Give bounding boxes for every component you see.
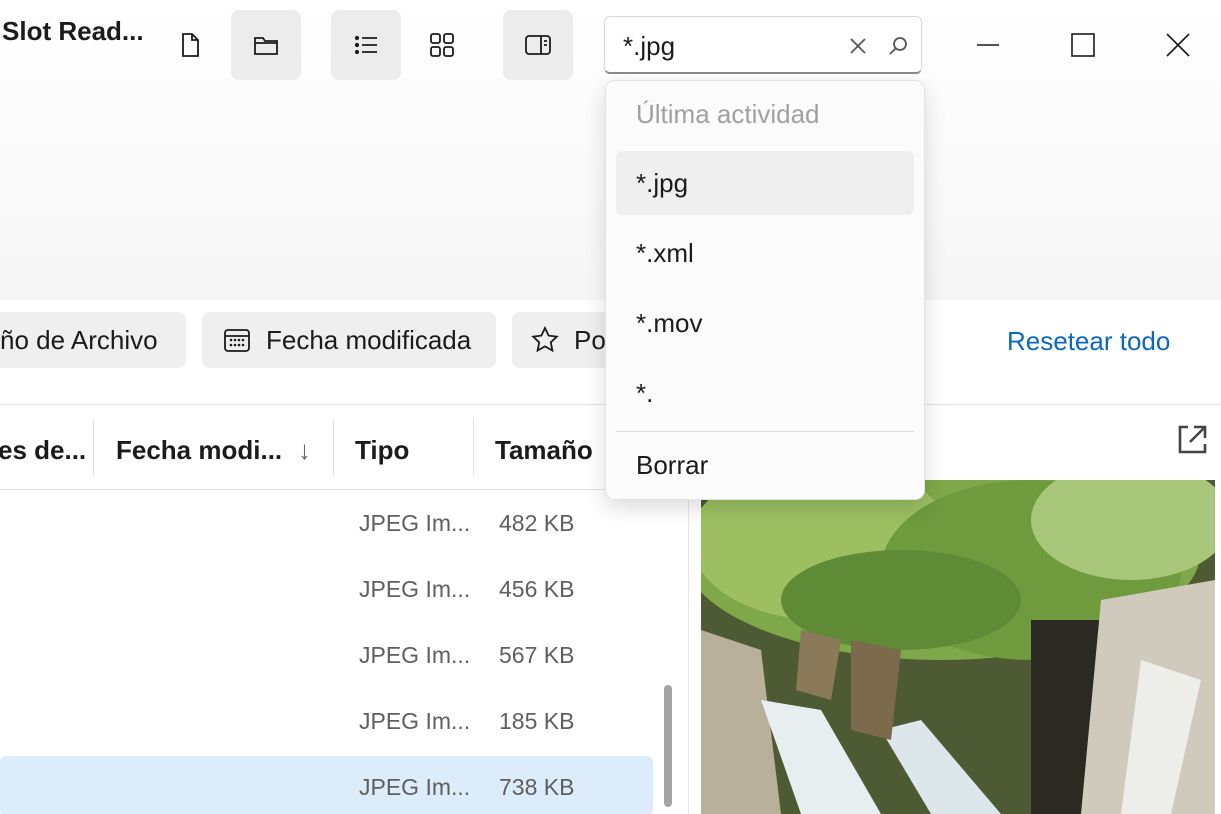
cell-type: JPEG Im... bbox=[359, 642, 471, 668]
grid-view-button[interactable] bbox=[407, 10, 477, 80]
column-header-type[interactable]: Tipo bbox=[355, 435, 409, 466]
reset-all-link[interactable]: Resetear todo bbox=[1007, 326, 1170, 357]
star-icon bbox=[531, 325, 559, 353]
list-view-button[interactable] bbox=[331, 10, 401, 80]
table-row-selected[interactable]: JPEG Im... 738 KB bbox=[0, 756, 653, 814]
column-header-date-modified[interactable]: Fecha modi... bbox=[116, 435, 282, 466]
column-separator[interactable] bbox=[333, 419, 334, 475]
cell-type: JPEG Im... bbox=[359, 708, 471, 734]
filter-chip-label: Fecha modificada bbox=[266, 324, 472, 355]
open-external-icon bbox=[1178, 425, 1207, 454]
column-header-size[interactable]: Tamaño bbox=[495, 435, 593, 466]
close-icon bbox=[850, 38, 866, 54]
file-list: es de... Fecha modi... ↓ Tipo Tamaño JPE… bbox=[0, 405, 688, 814]
list-view-icon bbox=[354, 35, 377, 55]
folder-icon bbox=[254, 37, 278, 55]
filter-chip-label: Po bbox=[574, 324, 606, 355]
cell-size: 738 KB bbox=[499, 774, 575, 800]
close-icon bbox=[1166, 33, 1190, 57]
dropdown-item[interactable]: *.mov bbox=[616, 291, 914, 355]
column-separator[interactable] bbox=[473, 419, 474, 475]
cell-size: 482 KB bbox=[499, 510, 575, 536]
filter-chip-label: ño de Archivo bbox=[0, 324, 158, 355]
column-header-name[interactable]: es de... bbox=[0, 435, 86, 466]
minimize-icon bbox=[977, 44, 999, 46]
calendar-icon bbox=[224, 329, 250, 352]
app-title: Slot Read... bbox=[2, 16, 144, 46]
clear-history-button[interactable]: Borrar bbox=[616, 433, 914, 497]
new-file-icon bbox=[182, 33, 199, 57]
filter-chip-file-type[interactable]: ño de Archivo bbox=[0, 312, 186, 368]
open-external-button[interactable] bbox=[1174, 422, 1210, 458]
clear-search-button[interactable] bbox=[845, 33, 871, 59]
vertical-scrollbar[interactable] bbox=[664, 685, 672, 807]
cell-size: 456 KB bbox=[499, 576, 575, 602]
search-icon bbox=[889, 37, 907, 55]
cell-type: JPEG Im... bbox=[359, 774, 471, 800]
close-window-button[interactable] bbox=[1153, 20, 1203, 70]
cell-size: 185 KB bbox=[499, 708, 575, 734]
sort-descending-icon: ↓ bbox=[298, 435, 311, 465]
grid-view-icon bbox=[430, 33, 454, 57]
search-button[interactable] bbox=[885, 33, 911, 59]
header-divider bbox=[0, 489, 688, 490]
minimize-button[interactable] bbox=[963, 20, 1013, 70]
preview-pane-icon bbox=[525, 35, 551, 55]
cell-type: JPEG Im... bbox=[359, 576, 471, 602]
cell-size: 567 KB bbox=[499, 642, 575, 668]
search-box[interactable] bbox=[604, 16, 922, 74]
filter-chip-rating[interactable]: Po bbox=[512, 312, 612, 368]
dropdown-item[interactable]: *.jpg bbox=[616, 151, 914, 215]
maximize-icon bbox=[1071, 33, 1095, 57]
dropdown-header: Última actividad bbox=[636, 99, 820, 129]
preview-pane-button[interactable] bbox=[503, 10, 573, 80]
search-input[interactable] bbox=[623, 29, 843, 63]
new-file-button[interactable] bbox=[155, 10, 225, 80]
dropdown-item[interactable]: *.xml bbox=[616, 221, 914, 285]
open-folder-button[interactable] bbox=[231, 10, 301, 80]
filter-chip-date-modified[interactable]: Fecha modificada bbox=[202, 312, 496, 368]
cell-type: JPEG Im... bbox=[359, 510, 471, 536]
table-row[interactable]: JPEG Im... 482 KB bbox=[0, 494, 653, 554]
maximize-button[interactable] bbox=[1058, 20, 1108, 70]
table-row[interactable]: JPEG Im... 456 KB bbox=[0, 560, 653, 620]
dropdown-separator bbox=[616, 431, 914, 432]
preview-image bbox=[701, 480, 1215, 814]
search-history-dropdown: Última actividad *.jpg *.xml *.mov *. Bo… bbox=[605, 80, 925, 500]
table-row[interactable]: JPEG Im... 185 KB bbox=[0, 692, 653, 752]
column-separator[interactable] bbox=[93, 419, 94, 475]
table-row[interactable]: JPEG Im... 567 KB bbox=[0, 626, 653, 686]
dropdown-item[interactable]: *. bbox=[616, 361, 914, 425]
